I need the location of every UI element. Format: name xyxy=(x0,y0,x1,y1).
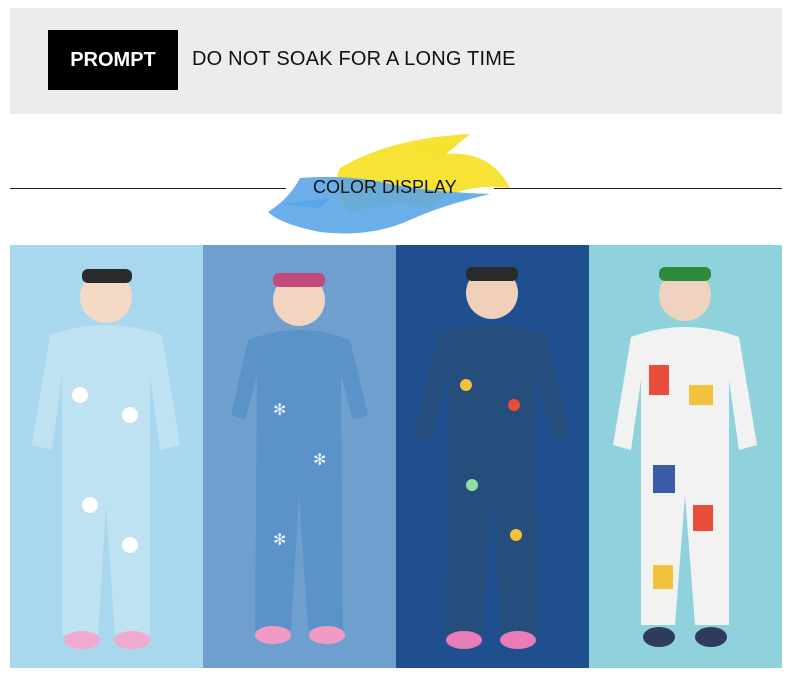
snowflake-suit-image: ✻ ✻ ✻ xyxy=(203,245,396,668)
prompt-text: DO NOT SOAK FOR A LONG TIME xyxy=(192,48,516,70)
color-option-panel xyxy=(589,245,782,668)
color-gallery: ✻ ✻ ✻ xyxy=(10,245,782,668)
color-option-panel: ✻ ✻ ✻ xyxy=(203,245,396,668)
polar-bear-suit-image xyxy=(10,245,203,668)
color-option-panel xyxy=(10,245,203,668)
svg-text:✻: ✻ xyxy=(273,400,286,419)
prompt-tag: PROMPT xyxy=(48,30,178,90)
section-divider-left xyxy=(10,188,286,189)
section-divider-right xyxy=(494,188,782,189)
svg-text:✻: ✻ xyxy=(273,530,286,549)
svg-text:✻: ✻ xyxy=(313,450,326,469)
geometric-suit-image xyxy=(589,245,782,668)
section-title: COLOR DISPLAY xyxy=(313,177,457,197)
section-header: COLOR DISPLAY xyxy=(260,128,530,248)
color-option-panel xyxy=(396,245,589,668)
prompt-bar: PROMPT DO NOT SOAK FOR A LONG TIME xyxy=(10,8,782,114)
confetti-suit-image xyxy=(396,245,589,668)
